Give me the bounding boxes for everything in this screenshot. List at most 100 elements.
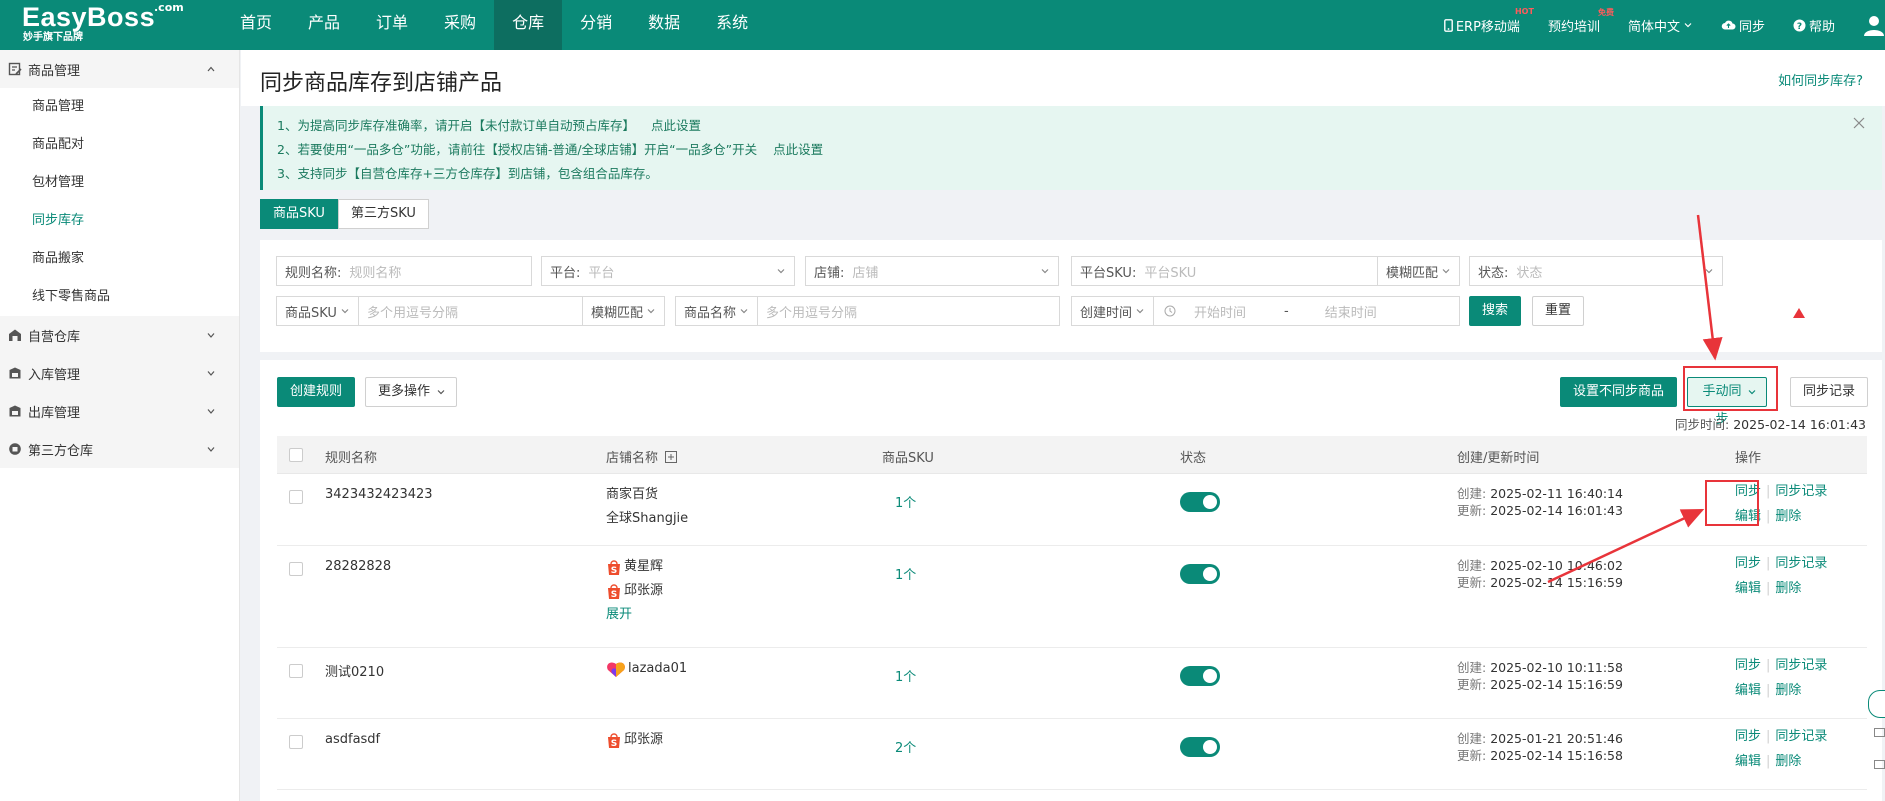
sidebar-group-third-party-warehouse[interactable]: 第三方仓库: [0, 430, 239, 468]
tab-product-sku[interactable]: 商品SKU: [260, 199, 338, 229]
time-type-select[interactable]: 创建时间: [1072, 297, 1155, 325]
logo-text: EasyBoss: [22, 2, 156, 32]
status-toggle[interactable]: [1180, 492, 1220, 512]
status-toggle[interactable]: [1180, 737, 1220, 757]
sidebar-item-product-pairing[interactable]: 商品配对: [0, 126, 239, 164]
sync-action[interactable]: 同步: [1735, 658, 1761, 673]
product-sku-input[interactable]: 多个用逗号分隔: [359, 302, 582, 321]
row-checkbox[interactable]: [289, 664, 303, 678]
product-sku-field[interactable]: 商品SKU 多个用逗号分隔 模糊匹配: [276, 296, 665, 326]
how-to-sync-link[interactable]: 如何同步库存?: [1778, 70, 1863, 89]
platform-select[interactable]: 平台: 平台: [541, 256, 795, 286]
more-operations-button[interactable]: 更多操作: [365, 377, 458, 407]
nav-system[interactable]: 系统: [698, 0, 766, 50]
end-time-input[interactable]: 结束时间: [1325, 302, 1459, 321]
fuzzy-match-select[interactable]: 模糊匹配: [581, 297, 664, 325]
row-checkbox[interactable]: [289, 735, 303, 749]
sync-link[interactable]: 同步: [1721, 16, 1765, 35]
notice-setup-link-2[interactable]: 点此设置: [773, 142, 823, 157]
language-select[interactable]: 简体中文: [1628, 16, 1693, 35]
nav-data[interactable]: 数据: [630, 0, 698, 50]
create-rule-button[interactable]: 创建规则: [277, 377, 356, 407]
set-no-sync-button[interactable]: 设置不同步商品: [1560, 377, 1678, 407]
sync-records-action[interactable]: 同步记录: [1775, 484, 1827, 499]
nav-distribution[interactable]: 分销: [562, 0, 630, 50]
edit-action[interactable]: 编辑: [1735, 581, 1761, 596]
nav-home[interactable]: 首页: [222, 0, 290, 50]
rule-name-field[interactable]: 规则名称: 规则名称: [276, 256, 532, 286]
erp-mobile-link[interactable]: ERP移动端 HOT: [1443, 7, 1534, 35]
sync-records-action[interactable]: 同步记录: [1775, 658, 1827, 673]
sidebar-group-self-warehouse[interactable]: 自营仓库: [0, 316, 239, 354]
sidebar-group-outbound[interactable]: 出库管理: [0, 392, 239, 430]
sync-records-button[interactable]: 同步记录: [1790, 377, 1869, 407]
status-toggle[interactable]: [1180, 666, 1220, 686]
sidebar-item-sync-inventory[interactable]: 同步库存: [0, 202, 239, 240]
chevron-down-icon: [207, 333, 215, 338]
sku-count-link[interactable]: 1个: [895, 564, 916, 583]
product-name-input[interactable]: 多个用逗号分隔: [758, 302, 1059, 321]
feedback-icon[interactable]: [1874, 728, 1885, 739]
help-link-top[interactable]: ? 帮助: [1793, 16, 1835, 35]
row-actions: 同步 | 同步记录 编辑 | 删除: [1735, 658, 1828, 698]
sidebar-group-inbound[interactable]: 入库管理: [0, 354, 239, 392]
date-range-field[interactable]: 创建时间 开始时间 - 结束时间: [1071, 296, 1460, 326]
status-select[interactable]: 状态: 状态: [1469, 256, 1723, 286]
nav-order[interactable]: 订单: [358, 0, 426, 50]
product-name-field[interactable]: 商品名称 多个用逗号分隔: [675, 296, 1060, 326]
training-link[interactable]: 预约培训 免费: [1548, 8, 1614, 35]
erp-mobile-label: ERP移动端: [1455, 19, 1520, 35]
sku-count-link[interactable]: 1个: [895, 492, 916, 511]
search-button[interactable]: 搜索: [1469, 296, 1522, 326]
expand-plus-icon[interactable]: [665, 451, 678, 463]
time-cell: 创建: 2025-02-10 10:11:58 更新: 2025-02-14 1…: [1457, 659, 1623, 693]
sync-label: 同步: [1738, 19, 1765, 35]
shop-name: 邱张源: [624, 732, 664, 747]
delete-action[interactable]: 删除: [1775, 683, 1801, 698]
sidebar-group-label: 出库管理: [28, 405, 81, 421]
delete-action[interactable]: 删除: [1775, 754, 1801, 769]
annotation-highlight-row-sync: [1705, 480, 1759, 526]
support-avatar-icon[interactable]: [1868, 690, 1885, 718]
row-checkbox[interactable]: [289, 490, 303, 504]
tab-third-party-sku[interactable]: 第三方SKU: [337, 199, 429, 229]
notice-setup-link-1[interactable]: 点此设置: [651, 118, 701, 133]
sku-count-link[interactable]: 2个: [895, 737, 916, 756]
sync-action[interactable]: 同步: [1735, 729, 1761, 744]
nav-warehouse[interactable]: 仓库: [494, 0, 563, 50]
start-time-input[interactable]: 开始时间: [1194, 302, 1284, 321]
platform-sku-field[interactable]: 平台SKU: 平台SKU 模糊匹配: [1071, 256, 1460, 286]
sidebar-item-packaging[interactable]: 包材管理: [0, 164, 239, 202]
sku-count-link[interactable]: 1个: [895, 666, 916, 685]
sidebar-item-offline-retail[interactable]: 线下零售商品: [0, 278, 239, 316]
sync-records-action[interactable]: 同步记录: [1775, 729, 1827, 744]
shop-name: 邱张源: [624, 583, 664, 598]
chat-icon[interactable]: [1874, 760, 1885, 771]
edit-action[interactable]: 编辑: [1735, 683, 1761, 698]
expand-link[interactable]: 展开: [606, 603, 663, 627]
rule-name-input[interactable]: 规则名称: [349, 262, 531, 281]
edit-action[interactable]: 编辑: [1735, 754, 1761, 769]
nav-product[interactable]: 产品: [290, 0, 358, 50]
close-icon[interactable]: [1852, 116, 1866, 130]
fuzzy-match-select[interactable]: 模糊匹配: [1376, 257, 1459, 285]
sidebar-item-product-management[interactable]: 商品管理: [0, 88, 239, 126]
logo[interactable]: EasyBoss .com 妙手旗下品牌: [22, 1, 184, 44]
sidebar-item-product-move[interactable]: 商品搬家: [0, 240, 239, 278]
shop-select[interactable]: 店铺: 店铺: [805, 256, 1059, 286]
shop-list: 商家百货 全球Shangjie: [606, 483, 688, 531]
user-avatar-icon[interactable]: [1863, 14, 1885, 36]
nav-purchase[interactable]: 采购: [426, 0, 494, 50]
sidebar-group-product-management[interactable]: 商品管理: [0, 50, 239, 88]
select-all-checkbox[interactable]: [289, 448, 303, 462]
platform-sku-input[interactable]: 平台SKU: [1144, 262, 1377, 281]
status-toggle[interactable]: [1180, 564, 1220, 584]
sync-records-action[interactable]: 同步记录: [1775, 556, 1827, 571]
row-checkbox[interactable]: [289, 562, 303, 576]
product-name-type-select[interactable]: 商品名称: [676, 297, 759, 325]
delete-action[interactable]: 删除: [1775, 581, 1801, 596]
delete-action[interactable]: 删除: [1775, 509, 1801, 524]
sync-action[interactable]: 同步: [1735, 556, 1761, 571]
reset-button[interactable]: 重置: [1532, 296, 1585, 326]
product-sku-type-select[interactable]: 商品SKU: [277, 297, 359, 325]
